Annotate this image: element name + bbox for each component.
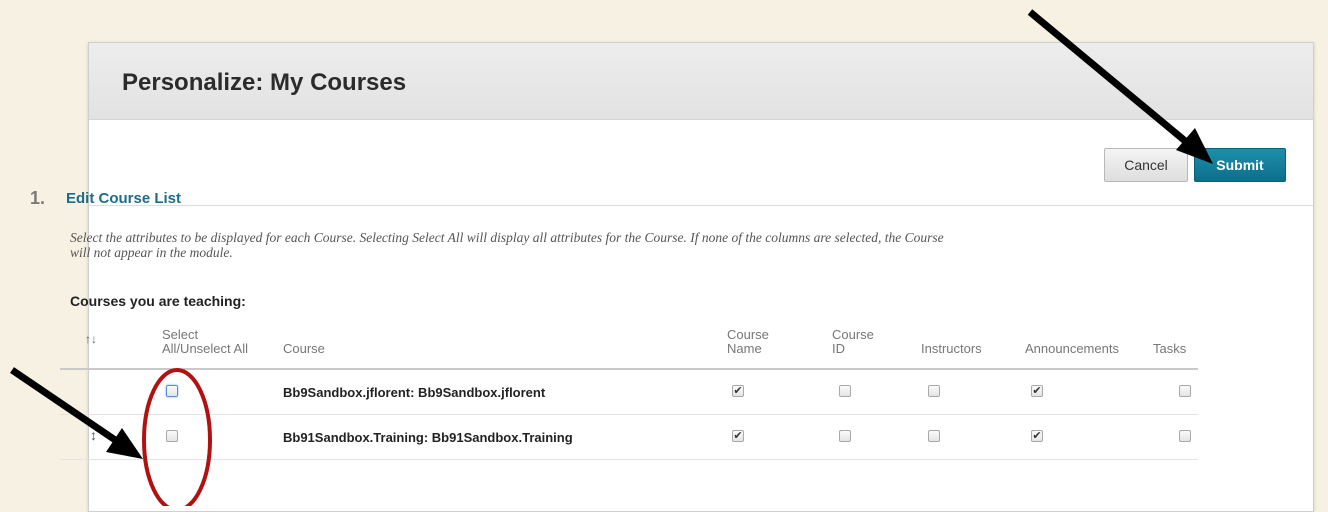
cancel-button[interactable]: Cancel (1104, 148, 1188, 182)
header-course-name: Course Name (727, 328, 769, 356)
instructions-line-2: will not appear in the module. (70, 245, 233, 260)
page-title: Personalize: My Courses (122, 69, 407, 96)
header-tasks: Tasks (1153, 341, 1187, 356)
table-row: Bb9Sandbox.jflorent: Bb9Sandbox.jflorent… (60, 370, 1198, 415)
drag-handle-icon[interactable]: ↕ (90, 427, 97, 443)
courses-teaching-heading: Courses you are teaching: (70, 293, 246, 309)
course-list-table: ↑↓ Select All/Unselect All Course Course… (60, 326, 1198, 460)
instructions-text: Select the attributes to be displayed fo… (70, 230, 1180, 260)
instructors-checkbox[interactable] (928, 430, 940, 442)
table-row: ↕ Bb91Sandbox.Training: Bb91Sandbox.Trai… (60, 415, 1198, 460)
header-course-id-line2: ID (832, 341, 845, 356)
announcements-checkbox[interactable]: ✔ (1031, 385, 1043, 397)
course-name-checkbox[interactable]: ✔ (732, 385, 744, 397)
course-name-checkbox[interactable]: ✔ (732, 430, 744, 442)
course-id-checkbox[interactable] (839, 430, 851, 442)
tasks-checkbox[interactable] (1179, 430, 1191, 442)
select-all-checkbox[interactable] (166, 385, 178, 397)
announcements-checkbox[interactable]: ✔ (1031, 430, 1043, 442)
header-announcements: Announcements (1025, 341, 1119, 356)
header-course-name-line2: Name (727, 341, 762, 356)
header-instructors: Instructors (921, 341, 982, 356)
course-id-checkbox[interactable] (839, 385, 851, 397)
section-title: Edit Course List (66, 190, 182, 207)
header-course-id-line1: Course (832, 327, 874, 342)
header-course-id: Course ID (832, 328, 874, 356)
header-course: Course (283, 341, 325, 356)
course-name-text: Bb9Sandbox.jflorent: Bb9Sandbox.jflorent (283, 385, 546, 400)
course-name-text: Bb91Sandbox.Training: Bb91Sandbox.Traini… (283, 430, 573, 445)
action-bar: Cancel Submit (89, 120, 1313, 206)
sort-icon[interactable]: ↑↓ (85, 332, 97, 346)
header-course-name-line1: Course (727, 327, 769, 342)
step-number: 1. (30, 188, 46, 208)
submit-button[interactable]: Submit (1194, 148, 1286, 182)
header-select-all[interactable]: Select All/Unselect All (162, 328, 248, 356)
table-header: ↑↓ Select All/Unselect All Course Course… (60, 326, 1198, 370)
select-all-checkbox[interactable] (166, 430, 178, 442)
instructions-line-1: Select the attributes to be displayed fo… (70, 230, 944, 245)
panel-header: Personalize: My Courses (89, 43, 1313, 120)
header-select-all-line2: All/Unselect All (162, 341, 248, 356)
tasks-checkbox[interactable] (1179, 385, 1191, 397)
instructors-checkbox[interactable] (928, 385, 940, 397)
header-select-all-line1: Select (162, 327, 199, 342)
